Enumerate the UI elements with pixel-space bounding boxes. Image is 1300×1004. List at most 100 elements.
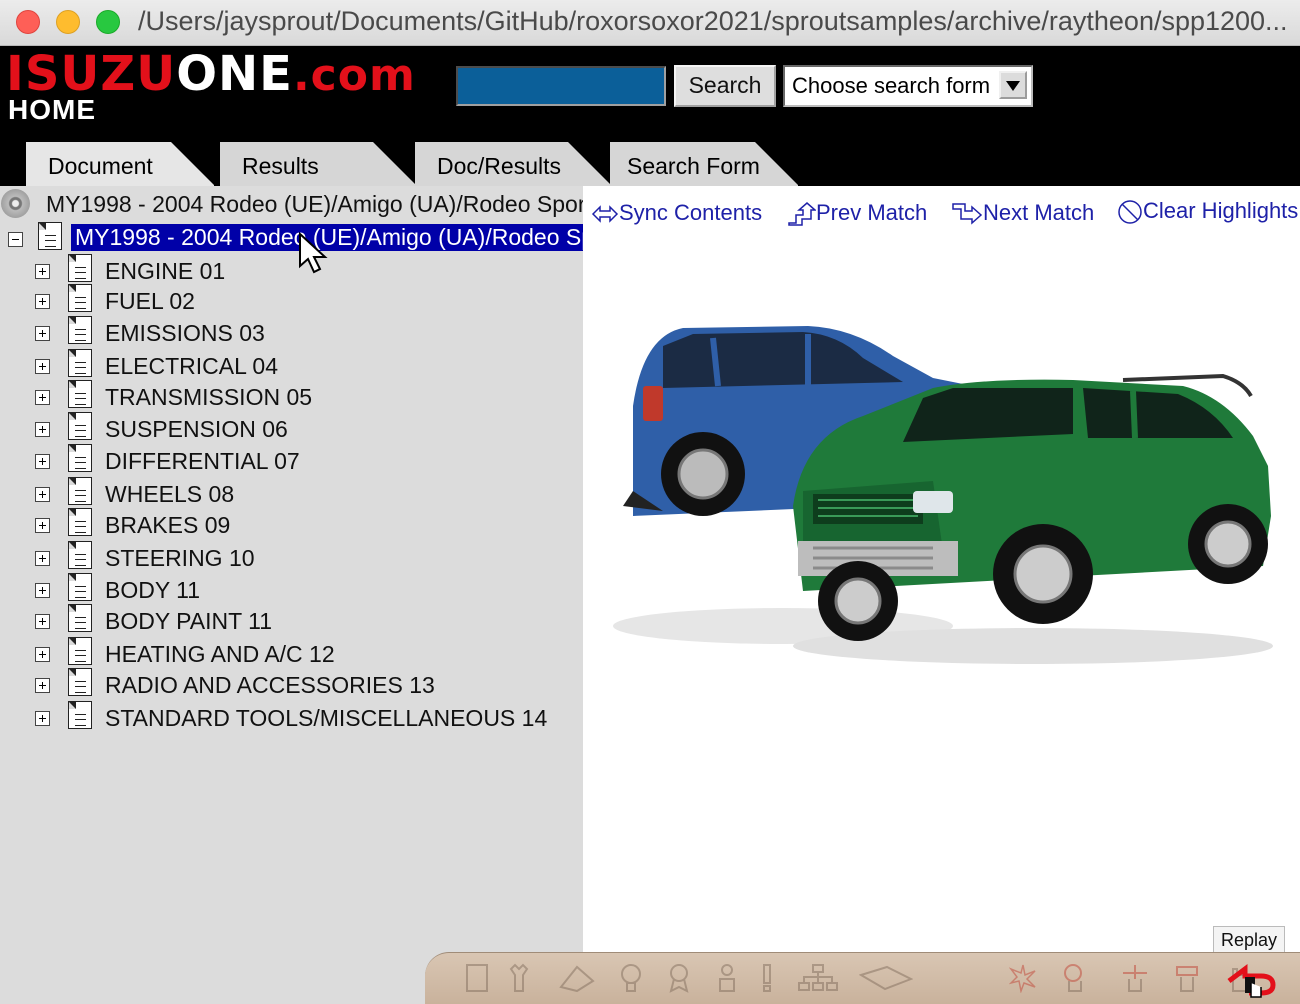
tree-item[interactable]: HEATING AND A/C 12: [0, 637, 583, 671]
tree-item[interactable]: STEERING 10: [0, 541, 583, 575]
sync-contents-link[interactable]: Sync Contents: [591, 200, 762, 226]
mouse-pointer-icon: [299, 232, 328, 274]
tree-item[interactable]: STANDARD TOOLS/MISCELLANEOUS 14: [0, 701, 583, 735]
tree-root-label: MY1998 - 2004 Rodeo (UE)/Amigo (UA)/Rode…: [46, 191, 583, 217]
cd-disc-icon: [1, 189, 30, 218]
maximize-window-button[interactable]: [96, 10, 120, 34]
document-icon: [68, 254, 92, 282]
expand-icon[interactable]: [35, 583, 50, 598]
next-match-icon: [952, 203, 983, 225]
expand-icon[interactable]: [35, 551, 50, 566]
document-icon: [68, 477, 92, 505]
expand-icon[interactable]: [35, 614, 50, 629]
close-window-button[interactable]: [16, 10, 40, 34]
tab-search-form[interactable]: Search Form: [610, 141, 799, 186]
isuzu-suv-illustration: [613, 326, 1273, 664]
person-icon[interactable]: [713, 963, 741, 993]
sync-contents-label: Sync Contents: [619, 200, 763, 225]
tab-doc-results[interactable]: Doc/Results: [415, 141, 612, 186]
document-icon: [68, 668, 92, 696]
document-icon: [68, 637, 92, 665]
hand-move-icon[interactable]: [1121, 963, 1149, 993]
tree-item-label: ELECTRICAL 04: [105, 353, 278, 379]
burst-icon[interactable]: [1009, 963, 1037, 993]
tree-item[interactable]: WHEELS 08: [0, 477, 583, 511]
clear-highlights-label: Clear Highlights: [1143, 198, 1299, 223]
expand-icon[interactable]: [35, 518, 50, 533]
expand-icon[interactable]: [35, 487, 50, 502]
tab-doc-results-label: Doc/Results: [437, 153, 561, 179]
tab-results[interactable]: Results: [220, 141, 417, 186]
tree-item-label: TRANSMISSION 05: [105, 384, 313, 410]
window-titlebar: /Users/jaysprout/Documents/GitHub/roxors…: [0, 0, 1300, 46]
expand-icon[interactable]: [35, 678, 50, 693]
next-match-link[interactable]: Next Match: [951, 200, 1094, 227]
home-link[interactable]: HOME: [8, 94, 96, 126]
replay-button[interactable]: Replay: [1213, 926, 1285, 954]
document-icon: [68, 284, 92, 312]
tree-selected-node[interactable]: MY1998 - 2004 Rodeo (UE)/Amigo (UA)/Rode…: [0, 222, 583, 254]
clear-highlights-link[interactable]: Clear Highlights: [1117, 198, 1298, 225]
tree-item-label: STANDARD TOOLS/MISCELLANEOUS 14: [105, 705, 548, 731]
diagram-icon[interactable]: [557, 963, 597, 993]
tree-item-label: BRAKES 09: [105, 512, 231, 538]
search-form-select[interactable]: Choose search form: [783, 65, 1033, 107]
expand-icon[interactable]: [35, 359, 50, 374]
sync-arrows-icon: [591, 205, 619, 223]
book-icon[interactable]: [859, 963, 913, 993]
tree-item[interactable]: BRAKES 09: [0, 508, 583, 542]
expand-icon[interactable]: [35, 264, 50, 279]
ribbon-icon[interactable]: [665, 963, 693, 993]
document-icon: [68, 573, 92, 601]
tree-item[interactable]: ELECTRICAL 04: [0, 349, 583, 383]
tree-item-label: STEERING 10: [105, 545, 255, 571]
tree-item-label: FUEL 02: [105, 288, 195, 314]
document-icon: [68, 701, 92, 729]
tree-item[interactable]: FUEL 02: [0, 284, 583, 318]
expand-icon[interactable]: [35, 711, 50, 726]
hand-stop-icon[interactable]: [1173, 963, 1201, 993]
document-icon[interactable]: [463, 963, 491, 993]
tree-item-label: EMISSIONS 03: [105, 320, 265, 346]
expand-icon[interactable]: [35, 422, 50, 437]
window-title: /Users/jaysprout/Documents/GitHub/roxors…: [138, 6, 1288, 36]
app-header: ISUZUONE.com HOME Search Choose search f…: [0, 46, 1300, 186]
tree-item[interactable]: BODY 11: [0, 573, 583, 607]
hand-search-icon[interactable]: [1061, 963, 1089, 993]
tree-item[interactable]: SUSPENSION 06: [0, 412, 583, 446]
exclamation-icon[interactable]: [753, 963, 781, 993]
tree-item-label: BODY PAINT 11: [105, 608, 273, 634]
hierarchy-icon[interactable]: [797, 963, 839, 993]
tree-item[interactable]: BODY PAINT 11: [0, 604, 583, 638]
tree-root[interactable]: MY1998 - 2004 Rodeo (UE)/Amigo (UA)/Rode…: [0, 186, 583, 220]
expand-icon[interactable]: [35, 294, 50, 309]
document-icon: [68, 316, 92, 344]
wrench-icon[interactable]: [507, 963, 535, 993]
prev-match-link[interactable]: Prev Match: [786, 200, 927, 227]
tree-item[interactable]: EMISSIONS 03: [0, 316, 583, 350]
tab-document[interactable]: Document: [26, 141, 215, 186]
document-icon: [68, 349, 92, 377]
back-arrow-icon[interactable]: [1221, 961, 1281, 1001]
tree-item-label: RADIO AND ACCESSORIES 13: [105, 672, 435, 698]
minimize-window-button[interactable]: [56, 10, 80, 34]
expand-icon[interactable]: [35, 326, 50, 341]
contents-tree-pane[interactable]: MY1998 - 2004 Rodeo (UE)/Amigo (UA)/Rode…: [0, 186, 583, 1004]
prev-match-icon: [788, 202, 817, 226]
lightbulb-icon[interactable]: [617, 963, 645, 993]
document-icon: [68, 444, 92, 472]
expand-icon[interactable]: [35, 390, 50, 405]
expand-icon[interactable]: [35, 454, 50, 469]
tree-item[interactable]: RADIO AND ACCESSORIES 13: [0, 668, 583, 702]
dropdown-arrow-icon[interactable]: [999, 71, 1027, 99]
expand-icon[interactable]: [35, 647, 50, 662]
search-button[interactable]: Search: [674, 65, 776, 107]
bottom-toolbar: [425, 952, 1300, 1004]
collapse-icon[interactable]: [8, 232, 23, 247]
search-input[interactable]: [456, 66, 666, 106]
tree-item[interactable]: DIFFERENTIAL 07: [0, 444, 583, 478]
tree-item-label: ENGINE 01: [105, 258, 226, 284]
document-icon: [68, 541, 92, 569]
tree-item[interactable]: TRANSMISSION 05: [0, 380, 583, 414]
document-icon: [68, 380, 92, 408]
